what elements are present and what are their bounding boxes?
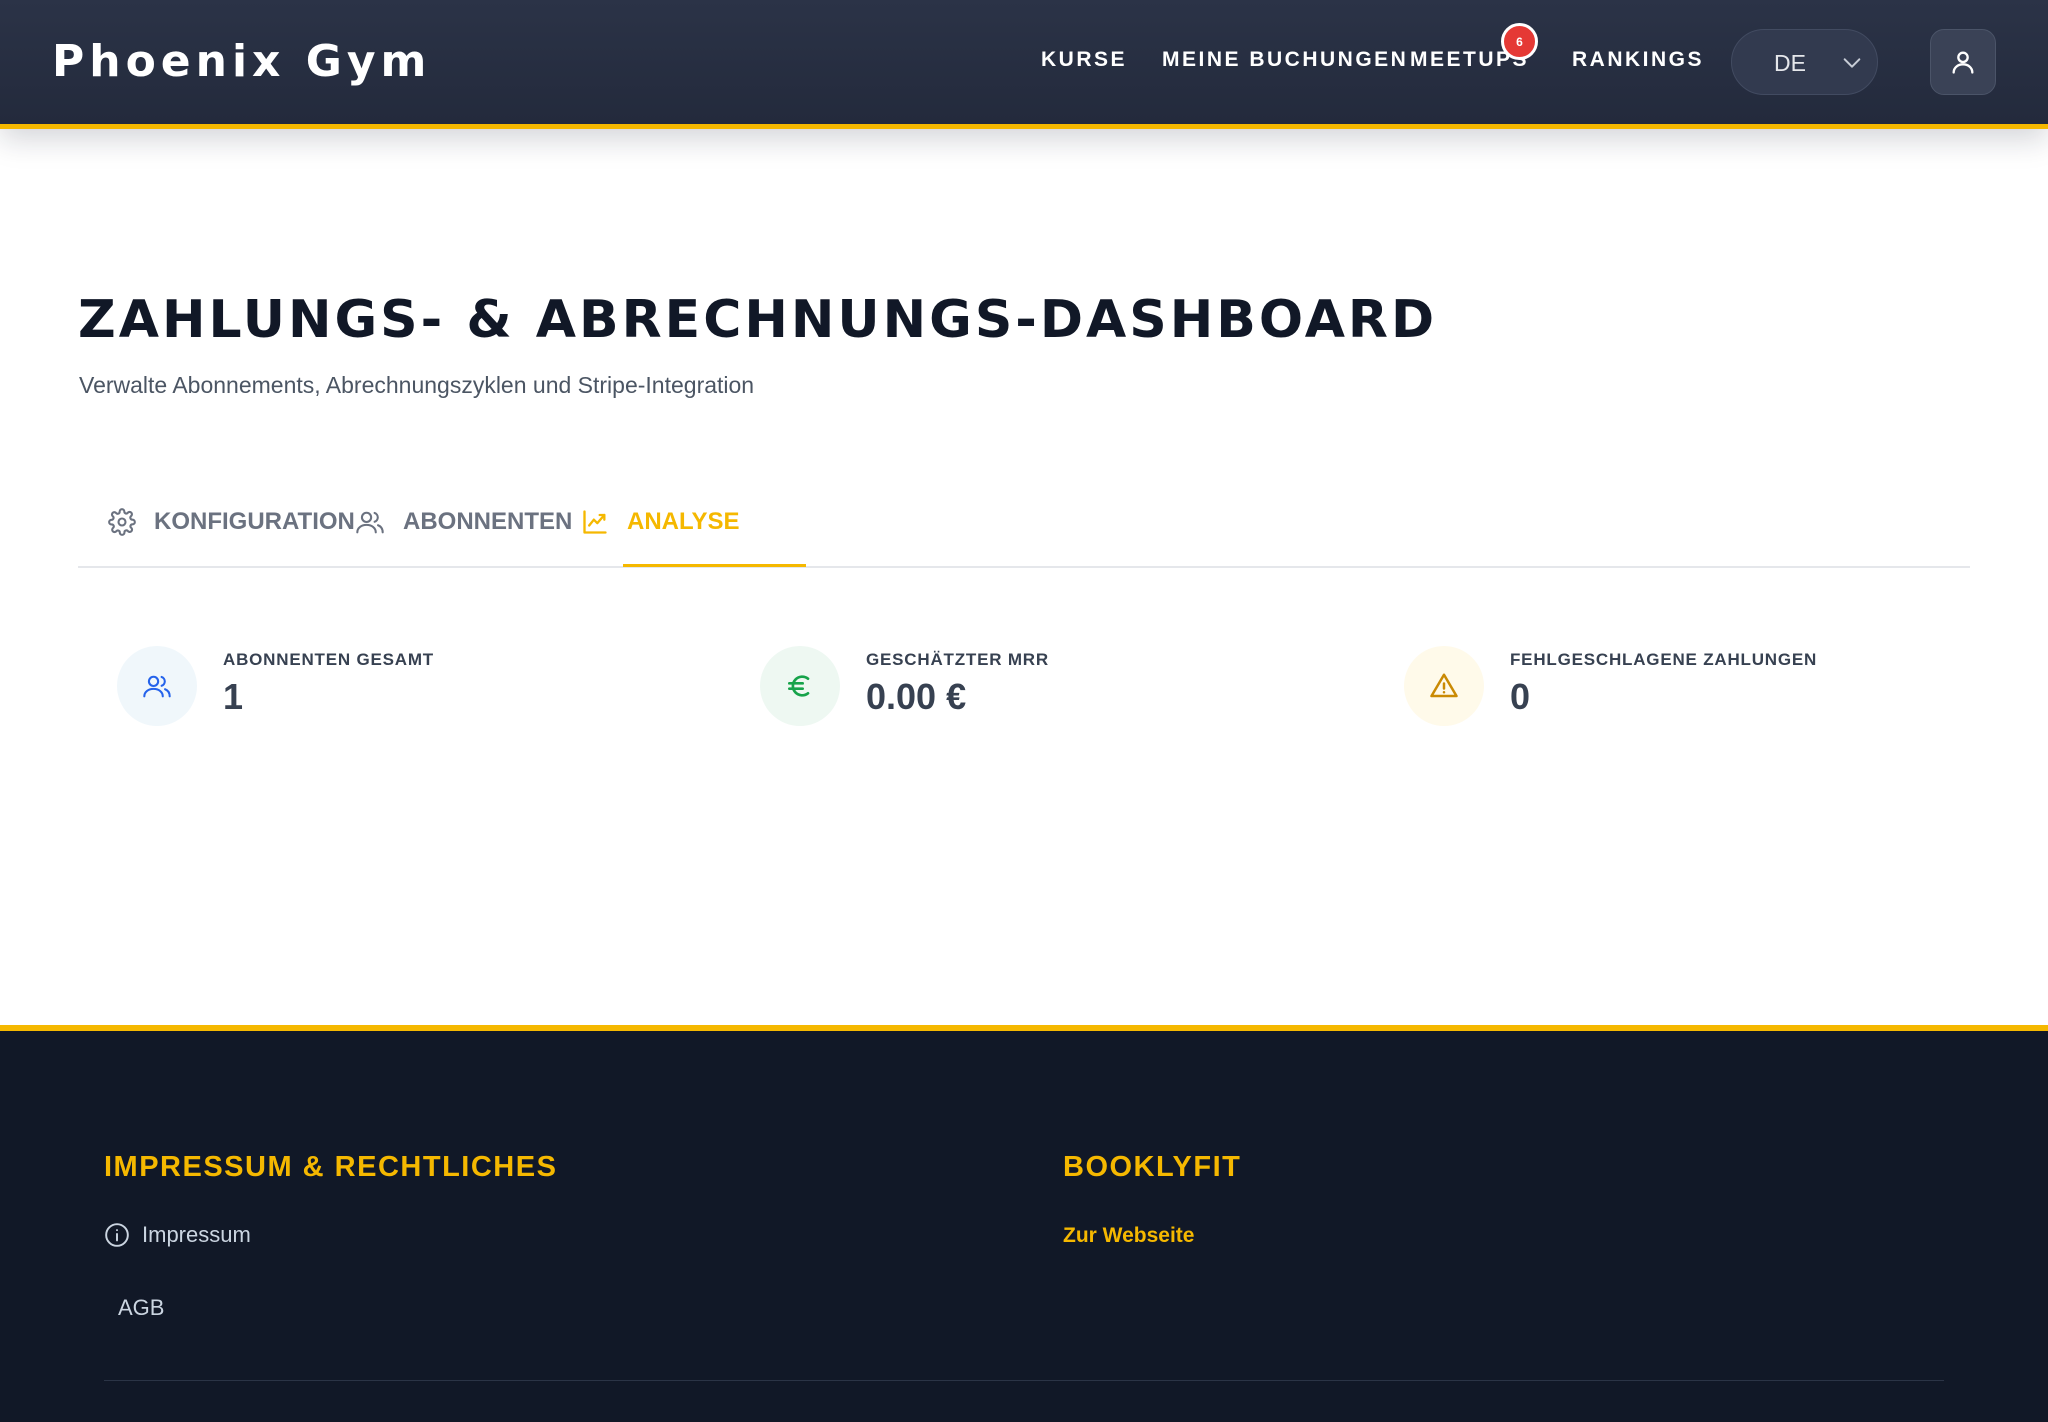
- active-tab-indicator: [623, 564, 806, 567]
- site-footer: IMPRESSUM & RECHTLICHES BOOKLYFIT Impres…: [0, 1025, 2048, 1422]
- brand-logo[interactable]: Phoenix Gym: [52, 36, 431, 87]
- footer-heading-booklyfit: BOOKLYFIT: [1063, 1151, 1242, 1183]
- stat-value: 1: [223, 676, 244, 717]
- tab-analyse[interactable]: ANALYSE: [581, 502, 739, 542]
- stat-value: 0: [1510, 676, 1531, 717]
- dashboard-tabs: KONFIGURATION ABONNENTEN ANALYSE: [78, 480, 1970, 568]
- stat-icon-wrapper: [117, 646, 197, 726]
- top-navigation-bar: Phoenix Gym KURSE MEINE BUCHUNGEN MEETUP…: [0, 0, 2048, 129]
- chevron-down-icon: [1843, 58, 1861, 68]
- stat-icon-wrapper: [760, 646, 840, 726]
- nav-item-rankings[interactable]: RANKINGS: [1572, 48, 1704, 72]
- stat-value: 0.00 €: [866, 676, 967, 717]
- page-title: ZAHLUNGS- & ABRECHNUNGS-DASHBOARD: [78, 290, 1438, 350]
- info-icon: [105, 1223, 129, 1247]
- footer-heading-legal: IMPRESSUM & RECHTLICHES: [104, 1151, 558, 1183]
- gear-icon: [108, 508, 136, 536]
- tab-konfiguration[interactable]: KONFIGURATION: [108, 502, 355, 542]
- tab-label: KONFIGURATION: [154, 508, 355, 535]
- footer-link-impressum[interactable]: Impressum: [104, 1222, 251, 1248]
- warning-icon: [1430, 673, 1458, 698]
- stat-label: GESCHÄTZTER MRR: [866, 650, 1049, 669]
- stat-label: ABONNENTEN GESAMT: [223, 650, 434, 669]
- footer-divider: [104, 1380, 1944, 1381]
- user-icon: [1952, 51, 1974, 74]
- users-icon: [143, 675, 171, 698]
- users-icon: [356, 511, 384, 534]
- tab-label: ABONNENTEN: [403, 508, 573, 535]
- meetups-notification-badge: 6: [1501, 23, 1538, 60]
- tab-label: ANALYSE: [627, 508, 740, 535]
- language-select[interactable]: DE: [1731, 29, 1878, 95]
- nav-item-kurse[interactable]: KURSE: [1041, 48, 1127, 72]
- page-subtitle: Verwalte Abonnements, Abrechnungszyklen …: [79, 372, 755, 398]
- trending-up-icon: [583, 510, 607, 534]
- footer-link-website[interactable]: Zur Webseite: [1063, 1224, 1194, 1248]
- euro-icon: [788, 675, 810, 697]
- stat-icon-wrapper: [1404, 646, 1484, 726]
- stat-label: FEHLGESCHLAGENE ZAHLUNGEN: [1510, 650, 1818, 669]
- tab-abonnenten[interactable]: ABONNENTEN: [355, 502, 572, 542]
- footer-link-label: Impressum: [142, 1222, 251, 1247]
- user-menu-button[interactable]: [1930, 29, 1996, 95]
- footer-link-agb[interactable]: AGB: [118, 1295, 164, 1321]
- nav-item-meine-buchungen[interactable]: MEINE BUCHUNGEN: [1162, 48, 1408, 72]
- language-value: DE: [1774, 50, 1806, 76]
